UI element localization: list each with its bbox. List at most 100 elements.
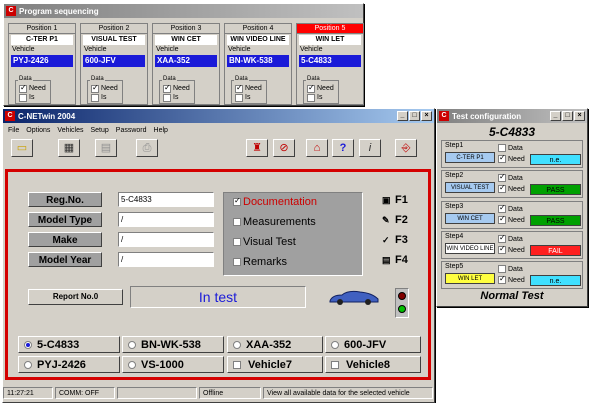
step-test-name[interactable]: C-TER P1: [445, 152, 495, 163]
position-panel[interactable]: Position 5WIN LETVehicle 5-C4833 Data Need I…: [296, 23, 364, 105]
data-checkbox[interactable]: [498, 172, 506, 182]
field-input[interactable]: /: [118, 212, 214, 227]
is-checkbox[interactable]: [163, 93, 171, 102]
is-label: Is: [29, 94, 35, 101]
step-test-name[interactable]: WIN CET: [445, 213, 495, 224]
open-folder-button[interactable]: ▭: [11, 139, 33, 157]
minimize-button[interactable]: _: [550, 111, 561, 121]
step-test-name[interactable]: WIN LET: [445, 273, 495, 284]
exit-button[interactable]: ⎆: [395, 139, 417, 157]
close-button[interactable]: ×: [574, 111, 585, 121]
vehicle-radio[interactable]: [24, 360, 32, 369]
checkbox[interactable]: [233, 238, 241, 246]
help-button[interactable]: ?: [332, 139, 354, 157]
step-test-name[interactable]: WIN VIDEO LINE: [445, 243, 495, 254]
vehicle-radio[interactable]: [128, 340, 136, 349]
vehicle-radio[interactable]: [331, 340, 339, 349]
fkey-label: F4: [395, 254, 408, 266]
option-checkbox[interactable]: Visual Test: [233, 233, 296, 251]
building-button[interactable]: ⌂: [306, 139, 328, 157]
vehicle-radio[interactable]: [128, 360, 136, 369]
function-key[interactable]: ▣ F1: [382, 194, 408, 206]
data-checkbox[interactable]: [498, 144, 506, 152]
test-step: Step1 C-TER P1 Data Need n.e.: [441, 140, 583, 168]
menu-options[interactable]: Options: [26, 127, 50, 134]
position-vehicle[interactable]: XAA-352: [155, 55, 217, 67]
maximize-button[interactable]: □: [562, 111, 573, 121]
is-checkbox[interactable]: [91, 93, 99, 102]
data-checkbox[interactable]: [498, 265, 506, 273]
vehicle-radio[interactable]: [233, 340, 241, 349]
data-checkbox[interactable]: [498, 233, 506, 243]
field-input[interactable]: /: [118, 252, 214, 267]
vehicle-select[interactable]: Vehicle7: [227, 356, 323, 373]
is-checkbox[interactable]: [19, 93, 27, 102]
stamp-button[interactable]: ♜: [246, 139, 268, 157]
need-checkbox[interactable]: [19, 83, 27, 93]
option-checkbox[interactable]: Measurements: [233, 213, 316, 231]
data-label: Data: [508, 205, 523, 213]
main-titlebar[interactable]: C C-NETwin 2004 _ □ ×: [3, 109, 434, 123]
checkbox[interactable]: [233, 196, 241, 206]
option-checkbox[interactable]: Remarks: [233, 253, 287, 271]
need-checkbox[interactable]: [498, 244, 506, 254]
step-label: Step1: [445, 142, 464, 149]
menu-vehicles[interactable]: Vehicles: [57, 127, 83, 134]
vehicle-radio[interactable]: [24, 340, 32, 349]
checkbox[interactable]: [233, 218, 241, 226]
option-checkbox[interactable]: Documentation: [233, 193, 317, 211]
position-vehicle[interactable]: BN-WK-538: [227, 55, 289, 67]
need-checkbox[interactable]: [307, 83, 315, 93]
need-checkbox[interactable]: [498, 153, 506, 163]
vehicle-label: BN-WK-538: [141, 338, 201, 351]
test-configuration-window: C Test configuration _ □ × 5-C4833 Step1…: [436, 108, 588, 307]
position-panel[interactable]: Position 3WIN CETVehicle XAA-352 Data Need I…: [152, 23, 220, 105]
need-checkbox[interactable]: [235, 83, 243, 93]
vehicle-checkbox[interactable]: [233, 360, 241, 369]
function-key[interactable]: ✓ F3: [382, 234, 408, 246]
field-input[interactable]: 5-C4833: [118, 192, 214, 207]
vehicle-select[interactable]: 5-C4833: [18, 336, 120, 353]
position-panel[interactable]: Position 2VISUAL TESTVehicle 600-JFV Data N…: [80, 23, 148, 105]
need-checkbox[interactable]: [91, 83, 99, 93]
data-group: Data Need Is: [159, 76, 195, 104]
position-vehicle[interactable]: 600-JFV: [83, 55, 145, 67]
menu-file[interactable]: File: [8, 127, 19, 134]
menu-setup[interactable]: Setup: [90, 127, 108, 134]
save-button[interactable]: ▤: [95, 139, 117, 157]
checkbox[interactable]: [233, 258, 241, 266]
data-checkbox[interactable]: [498, 203, 506, 213]
step-test-name[interactable]: VISUAL TEST: [445, 182, 495, 193]
maximize-button[interactable]: □: [409, 111, 420, 121]
need-checkbox[interactable]: [498, 274, 506, 284]
is-checkbox[interactable]: [235, 93, 243, 102]
menu-help[interactable]: Help: [154, 127, 168, 134]
info-button[interactable]: i: [359, 139, 381, 157]
vehicle-select[interactable]: 600-JFV: [325, 336, 421, 353]
vehicle-select[interactable]: BN-WK-538: [122, 336, 224, 353]
vehicle-select[interactable]: Vehicle8: [325, 356, 421, 373]
vehicle-select[interactable]: PYJ-2426: [18, 356, 120, 373]
need-checkbox[interactable]: [498, 214, 506, 224]
need-checkbox[interactable]: [498, 183, 506, 193]
test-config-titlebar[interactable]: C Test configuration _ □ ×: [437, 109, 587, 123]
need-checkbox[interactable]: [163, 83, 171, 93]
vehicle-select[interactable]: XAA-352: [227, 336, 323, 353]
stop-button[interactable]: ⊘: [273, 139, 295, 157]
function-key[interactable]: ✎ F2: [382, 214, 408, 226]
vehicle-select[interactable]: VS-1000: [122, 356, 224, 373]
print-button[interactable]: ⎙: [136, 139, 158, 157]
menu-password[interactable]: Password: [116, 127, 147, 134]
calculator-button[interactable]: ▦: [58, 139, 80, 157]
close-button[interactable]: ×: [421, 111, 432, 121]
position-vehicle[interactable]: 5-C4833: [299, 55, 361, 67]
position-panel[interactable]: Position 4 WIN VIDEO LINE Vehicle BN-WK-538…: [224, 23, 292, 105]
position-vehicle[interactable]: PYJ-2426: [11, 55, 73, 67]
is-checkbox[interactable]: [307, 93, 315, 102]
field-input[interactable]: /: [118, 232, 214, 247]
function-key[interactable]: ▤ F4: [382, 254, 408, 266]
position-panel[interactable]: Position 1C-TER P1Vehicle PYJ-2426 Data Nee…: [8, 23, 76, 105]
program-sequencing-titlebar[interactable]: C Program sequencing: [4, 4, 363, 18]
minimize-button[interactable]: _: [397, 111, 408, 121]
vehicle-checkbox[interactable]: [331, 360, 339, 369]
